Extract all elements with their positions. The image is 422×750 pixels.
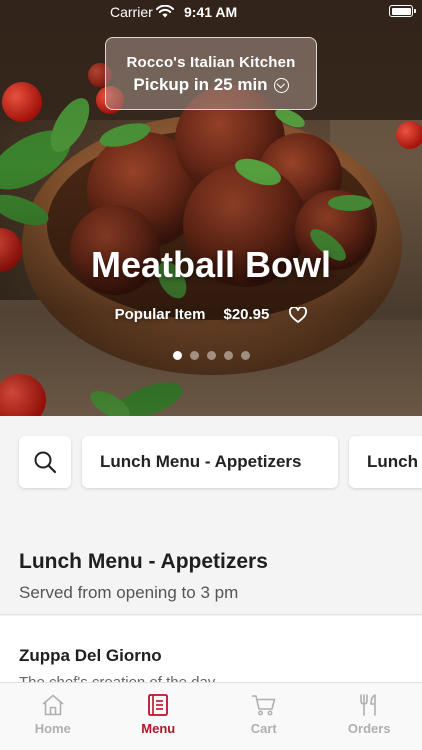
section-subtitle: Served from opening to 3 pm [19,583,239,602]
menu-item-name: Zuppa Del Giorno [19,646,162,665]
featured-price: $20.95 [223,306,270,323]
featured-meta: Popular Item $20.95 [0,305,422,323]
category-chip[interactable]: Lunch [349,436,422,488]
section-title: Lunch Menu - Appetizers [19,550,268,573]
tab-home[interactable]: Home [0,683,106,750]
carousel-dot[interactable] [172,351,182,360]
tab-label: Cart [250,721,277,736]
menu-icon [148,694,169,716]
carousel-dot[interactable] [240,351,250,360]
tab-bar: Home Menu Cart Orders [0,682,422,750]
featured-hero[interactable]: Carrier 9:41 AM Rocco's Italian Kitchen … [0,0,422,416]
category-chip[interactable]: Lunch Menu - Appetizers [82,436,338,488]
store-name: Rocco's Italian Kitchen [126,54,296,71]
featured-title: Meatball Bowl [90,244,332,285]
wifi-icon [156,4,174,21]
featured-tag: Popular Item [114,306,206,323]
app-screen: Carrier 9:41 AM Rocco's Italian Kitchen … [0,0,422,750]
search-icon [34,451,57,474]
orders-icon [360,694,377,716]
tab-menu[interactable]: Menu [106,683,212,750]
heart-icon[interactable] [289,305,308,323]
store-selector[interactable]: Rocco's Italian Kitchen Pickup in 25 min [105,37,317,110]
tab-label: Home [34,721,71,736]
clock: 9:41 AM [184,4,238,20]
menu-section-header: Lunch Menu - Appetizers Served from open… [0,530,422,615]
category-bar: Lunch Menu - Appetizers Lunch [0,416,422,516]
carousel-dot[interactable] [223,351,233,360]
pickup-label: Pickup in 25 min [133,75,268,94]
chevron-down-icon [273,77,289,93]
home-icon [42,694,64,716]
cart-icon [251,695,276,716]
search-button[interactable] [19,436,71,488]
tab-orders[interactable]: Orders [317,683,422,750]
carousel-pagination[interactable] [0,351,422,360]
pickup-time: Pickup in 25 min [106,75,316,95]
carousel-dot[interactable] [189,351,199,360]
tab-label: Orders [347,721,391,736]
status-bar: Carrier 9:41 AM [0,0,422,24]
tab-label: Menu [141,721,176,736]
battery-icon [389,5,416,17]
carrier-label: Carrier [110,4,153,20]
carousel-dot[interactable] [206,351,216,360]
tab-cart[interactable]: Cart [211,683,317,750]
